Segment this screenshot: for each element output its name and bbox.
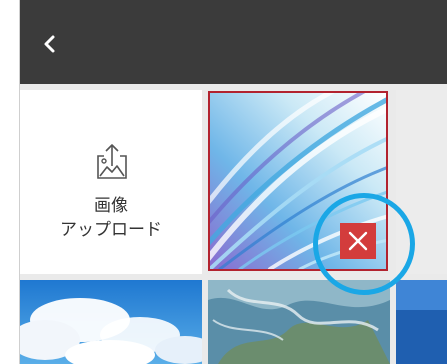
close-icon <box>348 231 368 251</box>
sky-clouds-image <box>20 280 202 364</box>
image-grid: 画像 アップロード <box>20 84 447 364</box>
selected-image-tile[interactable] <box>208 91 388 271</box>
sky-clouds-image-tile[interactable] <box>20 280 202 364</box>
top-bar <box>20 0 447 84</box>
coastline-image-tile[interactable] <box>208 280 390 364</box>
delete-image-button[interactable] <box>340 223 376 259</box>
upload-image-tile[interactable]: 画像 アップロード <box>20 90 202 274</box>
image-picker-screen: 画像 アップロード <box>0 0 447 364</box>
upload-label: 画像 アップロード <box>20 194 202 242</box>
blue-image <box>396 280 447 364</box>
coastline-image <box>208 280 390 364</box>
image-upload-icon <box>97 144 127 179</box>
upload-label-line1: 画像 <box>94 196 128 216</box>
upload-label-line2: アップロード <box>60 220 162 240</box>
blue-image-tile[interactable] <box>396 280 447 364</box>
empty-tile <box>396 90 447 274</box>
back-button[interactable] <box>36 26 66 62</box>
left-margin <box>0 0 20 364</box>
chevron-left-icon <box>44 35 55 53</box>
